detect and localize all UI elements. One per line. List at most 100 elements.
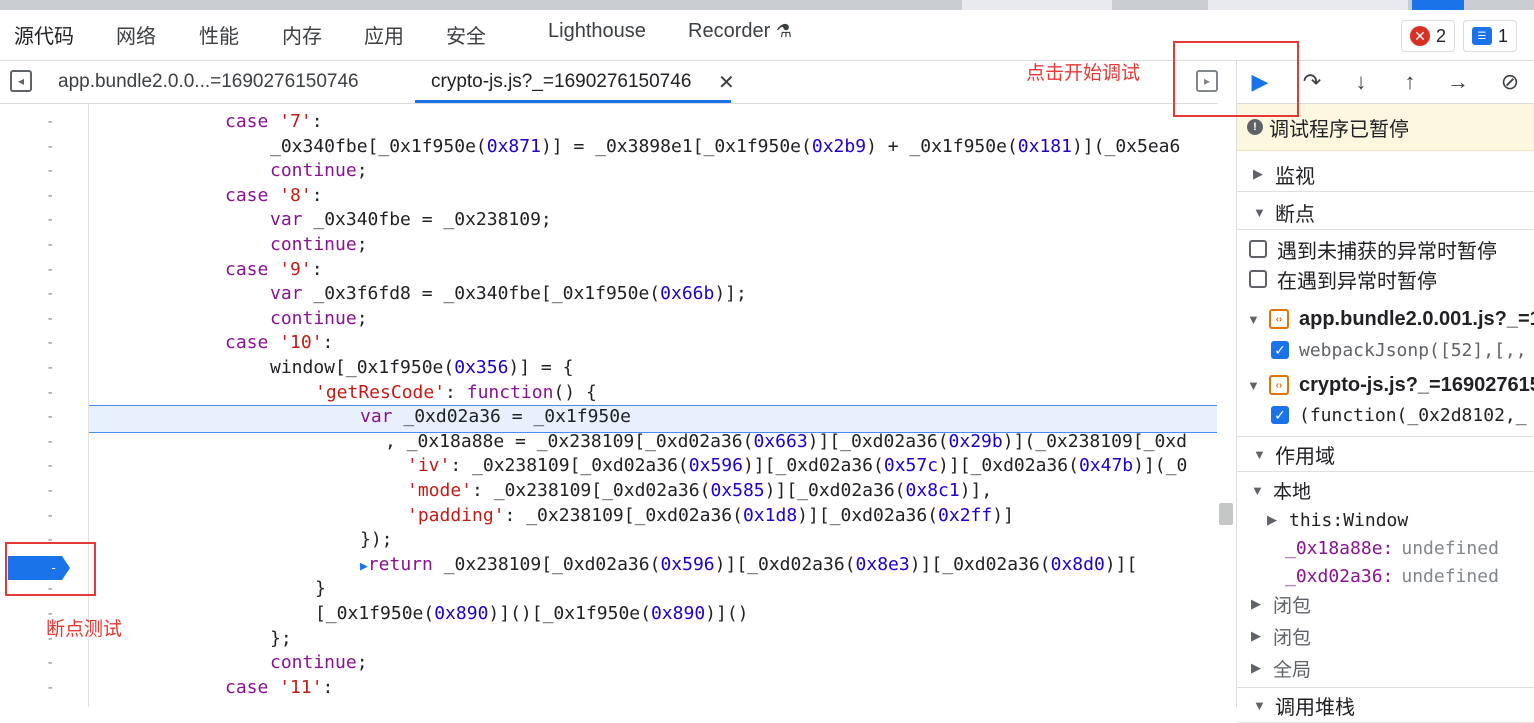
- code-token: )] = _0x3898e1[_0x1f950e(: [540, 135, 812, 157]
- pause-uncaught-option[interactable]: 遇到未捕获的异常时暂停: [1237, 234, 1534, 264]
- code-line[interactable]: 'iv': _0x238109[_0xd02a36(0x596)][_0xd02…: [407, 454, 1187, 478]
- tab-memory[interactable]: 内存: [282, 20, 322, 49]
- step-over-icon[interactable]: ↷: [1297, 67, 1327, 97]
- error-count-badge[interactable]: ✕ 2: [1401, 20, 1456, 52]
- tab-network[interactable]: 网络: [116, 20, 156, 49]
- code-line[interactable]: continue;: [270, 233, 368, 257]
- tab-sources[interactable]: 源代码: [0, 20, 90, 66]
- scope-closure[interactable]: ▶ 闭包: [1237, 590, 1534, 618]
- section-watch[interactable]: ▶ 监视: [1237, 157, 1534, 192]
- step-icon[interactable]: →: [1443, 67, 1473, 97]
- line-number[interactable]: -: [46, 434, 56, 450]
- tab-lighthouse[interactable]: Lighthouse: [548, 20, 646, 43]
- expand-icon: ▶: [1267, 512, 1277, 527]
- toggle-navigator-icon[interactable]: ◂: [10, 70, 32, 92]
- code-token: 0x596: [688, 455, 743, 477]
- bp-file-app-bundle[interactable]: ▼ ‹› app.bundle2.0.001.js?_=16: [1237, 304, 1534, 334]
- line-number[interactable]: -: [46, 163, 56, 179]
- scope-this[interactable]: ▶ this: Window: [1237, 506, 1534, 534]
- tab-performance[interactable]: 性能: [199, 20, 239, 49]
- code-line[interactable]: 'getResCode': function() {: [315, 381, 597, 405]
- tab-recorder[interactable]: Recorder ⚗: [688, 20, 792, 43]
- deactivate-breakpoints-icon[interactable]: ⊘: [1495, 67, 1525, 97]
- code-line[interactable]: _0x340fbe[_0x1f950e(0x871)] = _0x3898e1[…: [270, 135, 1180, 159]
- code-token: continue: [270, 160, 357, 182]
- line-number[interactable]: -: [46, 508, 56, 524]
- line-number[interactable]: -: [46, 212, 56, 228]
- bp-enabled-checkbox[interactable]: ✓: [1271, 406, 1289, 424]
- code-line[interactable]: });: [360, 528, 393, 552]
- code-line[interactable]: case '10':: [225, 331, 333, 355]
- line-number[interactable]: -: [46, 237, 56, 253]
- close-tab-icon[interactable]: ✕: [718, 70, 735, 95]
- section-scope[interactable]: ▼ 作用域: [1237, 436, 1534, 472]
- step-out-icon[interactable]: ↑: [1395, 67, 1425, 97]
- code-editor[interactable]: case '7': _0x340fbe[_0x1f950e(0x871)] = _…: [89, 104, 1217, 707]
- local-label: 本地: [1273, 481, 1312, 503]
- code-token: });: [360, 529, 393, 551]
- pause-caught-option[interactable]: 在遇到异常时暂停: [1237, 264, 1534, 294]
- bp-entry-app-bundle[interactable]: ✓ webpackJsonp([52],[,,: [1237, 335, 1534, 365]
- tab-security[interactable]: 安全: [446, 20, 486, 49]
- code-line[interactable]: var _0xd02a36 = _0x1f950e: [360, 405, 631, 429]
- bp-file-crypto-js[interactable]: ▼ ‹› crypto-js.js?_=169027615: [1237, 370, 1534, 400]
- code-token: case: [225, 676, 280, 698]
- tab-application[interactable]: 应用: [364, 20, 404, 49]
- section-callstack[interactable]: ▼ 调用堆栈: [1237, 687, 1534, 723]
- code-line[interactable]: var _0x340fbe = _0x238109;: [270, 208, 552, 232]
- collapse-icon: ▼: [1247, 377, 1260, 393]
- line-number[interactable]: -: [46, 483, 56, 499]
- code-line[interactable]: case '7':: [225, 110, 323, 134]
- code-line[interactable]: , _0x18a88e = _0x238109[_0xd02a36(0x663)…: [385, 430, 1187, 454]
- line-number[interactable]: -: [46, 655, 56, 671]
- code-line[interactable]: case '11':: [225, 676, 333, 700]
- code-token: :: [311, 184, 323, 206]
- pause-uncaught-checkbox[interactable]: [1249, 240, 1267, 258]
- code-token: ;: [356, 652, 368, 674]
- code-line[interactable]: window[_0x1f950e(0x356)] = {: [270, 356, 573, 380]
- line-number[interactable]: -: [46, 335, 56, 351]
- bp-enabled-checkbox[interactable]: ✓: [1271, 341, 1289, 359]
- code-line[interactable]: };: [270, 627, 292, 651]
- section-breakpoints[interactable]: ▼ 断点: [1237, 195, 1534, 230]
- code-token: 0x596: [660, 553, 715, 575]
- code-line[interactable]: case '8':: [225, 184, 323, 208]
- line-number[interactable]: -: [46, 385, 56, 401]
- code-token: 0x356: [454, 357, 509, 378]
- code-line[interactable]: ▶return _0x238109[_0xd02a36(0x596)][_0xd…: [360, 553, 1137, 577]
- line-number[interactable]: -: [46, 458, 56, 474]
- line-number[interactable]: -: [46, 680, 56, 696]
- code-line[interactable]: continue;: [270, 159, 368, 183]
- code-token: 0x8c1: [905, 480, 960, 501]
- bp-entry-crypto-js[interactable]: ✓ (function(_0x2d8102,_: [1237, 400, 1534, 430]
- code-line[interactable]: }: [315, 577, 326, 601]
- code-line[interactable]: case '9':: [225, 258, 323, 282]
- scope-local[interactable]: ▼ 本地: [1237, 476, 1534, 504]
- code-line[interactable]: continue;: [270, 651, 368, 675]
- scope-var[interactable]: _0xd02a36: undefined: [1237, 562, 1534, 590]
- line-number[interactable]: -: [46, 311, 56, 327]
- pause-caught-checkbox[interactable]: [1249, 270, 1267, 288]
- line-number[interactable]: -: [46, 409, 56, 425]
- step-into-icon[interactable]: ↓: [1346, 67, 1376, 97]
- scope-global[interactable]: ▶ 全局: [1237, 654, 1534, 682]
- editor-scrollbar[interactable]: [1219, 503, 1233, 525]
- code-line[interactable]: continue;: [270, 307, 368, 331]
- code-line[interactable]: [_0x1f950e(0x890)]()[_0x1f950e(0x890)](): [315, 602, 749, 626]
- message-count-badge[interactable]: ☰ 1: [1463, 20, 1518, 52]
- file-tab-app-bundle[interactable]: app.bundle2.0.0...=1690276150746: [58, 71, 359, 93]
- line-number[interactable]: -: [46, 188, 56, 204]
- var-value: undefined: [1401, 565, 1499, 587]
- line-number[interactable]: -: [46, 114, 56, 130]
- line-number[interactable]: -: [46, 360, 56, 376]
- code-line[interactable]: 'mode': _0x238109[_0xd02a36(0x585)][_0xd…: [407, 479, 992, 503]
- line-number[interactable]: -: [46, 262, 56, 278]
- code-token: return: [367, 553, 433, 575]
- scope-closure[interactable]: ▶ 闭包: [1237, 622, 1534, 650]
- line-number[interactable]: -: [46, 139, 56, 155]
- code-line[interactable]: var _0x3f6fd8 = _0x340fbe[_0x1f950e(0x66…: [270, 282, 747, 306]
- file-tab-crypto-js[interactable]: crypto-js.js?_=1690276150746: [414, 71, 732, 103]
- code-line[interactable]: 'padding': _0x238109[_0xd02a36(0x1d8)][_…: [407, 504, 1014, 528]
- line-number[interactable]: -: [46, 286, 56, 302]
- scope-var[interactable]: _0x18a88e: undefined: [1237, 534, 1534, 562]
